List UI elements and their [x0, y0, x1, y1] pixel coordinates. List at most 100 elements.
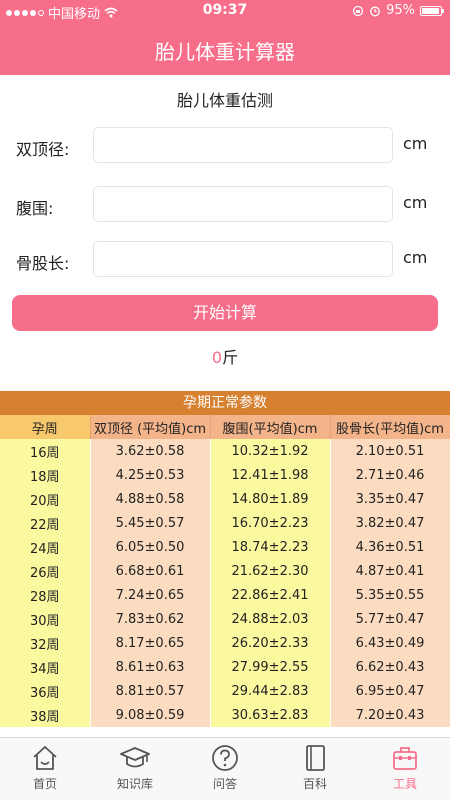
table-row: 16周 3.62±0.58 10.32±1.92 2.10±0.51: [0, 439, 450, 463]
table-cell: 5.45±0.57: [90, 511, 211, 535]
params-table-section: 孕期正常参数 孕周 双顶径 (平均值)cm 腹围(平均值)cm 股骨长(平均值)…: [0, 391, 450, 727]
table-cell: 6.68±0.61: [90, 559, 211, 583]
table-cell: 24周: [0, 535, 91, 559]
table-cell: 20周: [0, 487, 91, 511]
fl-input[interactable]: [93, 241, 393, 277]
fl-row: 骨股长: cm: [0, 241, 450, 281]
alarm-icon: [370, 6, 381, 16]
table-cell: 32周: [0, 631, 91, 655]
table-cell: 29.44±2.83: [210, 679, 331, 703]
start-calc-button[interactable]: 开始计算: [12, 295, 438, 331]
table-cell: 6.05±0.50: [90, 535, 211, 559]
battery-percent: 95%: [386, 3, 415, 18]
tab-tools[interactable]: 工具: [360, 738, 450, 800]
table-cell: 16.70±2.23: [210, 511, 331, 535]
table-cell: 4.36±0.51: [330, 535, 450, 559]
table-cell: 38周: [0, 703, 91, 727]
fl-label: 骨股长:: [16, 254, 70, 273]
table-row: 32周 8.17±0.65 26.20±2.33 6.43±0.49: [0, 631, 450, 655]
table-cell: 27.99±2.55: [210, 655, 331, 679]
table-cell: 4.87±0.41: [330, 559, 450, 583]
table-header-row: 孕周 双顶径 (平均值)cm 腹围(平均值)cm 股骨长(平均值)cm: [0, 415, 450, 439]
table-cell: 6.43±0.49: [330, 631, 450, 655]
table-cell: 18.74±2.23: [210, 535, 331, 559]
table-cell: 18周: [0, 463, 91, 487]
ac-label: 腹围:: [16, 199, 54, 218]
battery-icon: [420, 5, 444, 16]
ac-unit: cm: [403, 193, 428, 212]
tab-encyclopedia-label: 百科: [302, 777, 327, 791]
tab-knowledge-label: 知识库: [116, 777, 153, 791]
header-week: 孕周: [0, 415, 91, 439]
ac-input[interactable]: [93, 186, 393, 222]
bpd-row: 双顶径: cm: [0, 127, 450, 167]
table-cell: 36周: [0, 679, 91, 703]
rotation-lock-icon: [352, 5, 364, 16]
result-display: 0斤: [0, 344, 450, 368]
table-row: 20周 4.88±0.58 14.80±1.89 3.35±0.47: [0, 487, 450, 511]
table-cell: 8.81±0.57: [90, 679, 211, 703]
ac-row: 腹围: cm: [0, 186, 450, 226]
table-row: 36周 8.81±0.57 29.44±2.83 6.95±0.47: [0, 679, 450, 703]
table-cell: 3.82±0.47: [330, 511, 450, 535]
header-bpd: 双顶径 (平均值)cm: [90, 415, 211, 439]
table-row: 38周 9.08±0.59 30.63±2.83 7.20±0.43: [0, 703, 450, 727]
table-row: 30周 7.83±0.62 24.88±2.03 5.77±0.47: [0, 607, 450, 631]
home-icon: [33, 746, 57, 770]
table-cell: 8.61±0.63: [90, 655, 211, 679]
tab-qa[interactable]: 问答: [180, 738, 270, 800]
tab-bar: 首页 知识库 问答 百科 工具: [0, 737, 450, 800]
table-cell: 21.62±2.30: [210, 559, 331, 583]
table-row: 28周 7.24±0.65 22.86±2.41 5.35±0.55: [0, 583, 450, 607]
table-cell: 2.10±0.51: [330, 439, 450, 463]
table-row: 18周 4.25±0.53 12.41±1.98 2.71±0.46: [0, 463, 450, 487]
bpd-unit: cm: [403, 134, 428, 153]
fl-unit: cm: [403, 248, 428, 267]
table-cell: 7.83±0.62: [90, 607, 211, 631]
table-cell: 26.20±2.33: [210, 631, 331, 655]
status-right: 95%: [352, 3, 444, 18]
table-row: 34周 8.61±0.63 27.99±2.55 6.62±0.43: [0, 655, 450, 679]
table-row: 22周 5.45±0.57 16.70±2.23 3.82±0.47: [0, 511, 450, 535]
table-cell: 4.88±0.58: [90, 487, 211, 511]
table-cell: 16周: [0, 439, 91, 463]
tab-home[interactable]: 首页: [0, 738, 90, 800]
status-bar: 中国移动 09:37 95%: [0, 0, 450, 22]
table-cell: 2.71±0.46: [330, 463, 450, 487]
table-cell: 14.80±1.89: [210, 487, 331, 511]
params-table: 孕周 双顶径 (平均值)cm 腹围(平均值)cm 股骨长(平均值)cm 16周 3…: [0, 415, 450, 727]
bpd-label: 双顶径:: [16, 140, 70, 159]
table-cell: 3.35±0.47: [330, 487, 450, 511]
header-fl: 股骨长(平均值)cm: [330, 415, 450, 439]
table-row: 24周 6.05±0.50 18.74±2.23 4.36±0.51: [0, 535, 450, 559]
table-cell: 26周: [0, 559, 91, 583]
table-title: 孕期正常参数: [0, 391, 450, 415]
bpd-input[interactable]: [93, 127, 393, 163]
table-cell: 8.17±0.65: [90, 631, 211, 655]
tab-knowledge[interactable]: 知识库: [90, 738, 180, 800]
table-cell: 7.20±0.43: [330, 703, 450, 727]
table-cell: 10.32±1.92: [210, 439, 331, 463]
header-ac: 腹围(平均值)cm: [210, 415, 331, 439]
page-title: 胎儿体重计算器: [155, 40, 295, 64]
form-title: 胎儿体重估测: [176, 91, 273, 110]
tab-encyclopedia[interactable]: 百科: [270, 738, 360, 800]
table-cell: 6.62±0.43: [330, 655, 450, 679]
question-icon: [212, 745, 238, 771]
table-cell: 34周: [0, 655, 91, 679]
table-body: 16周 3.62±0.58 10.32±1.92 2.10±0.51 18周 4.25±0…: [0, 439, 450, 727]
table-cell: 7.24±0.65: [90, 583, 211, 607]
table-cell: 5.35±0.55: [330, 583, 450, 607]
table-cell: 30.63±2.83: [210, 703, 331, 727]
app-header: 中国移动 09:37 95% 胎儿体重计算器: [0, 0, 450, 75]
table-cell: 22周: [0, 511, 91, 535]
book-icon: [306, 745, 325, 771]
tab-tools-label: 工具: [392, 777, 417, 791]
tab-qa-label: 问答: [212, 777, 237, 791]
result-unit: 斤: [222, 348, 239, 367]
table-row: 26周 6.68±0.61 21.62±2.30 4.87±0.41: [0, 559, 450, 583]
table-cell: 3.62±0.58: [90, 439, 211, 463]
table-cell: 30周: [0, 607, 91, 631]
table-cell: 9.08±0.59: [90, 703, 211, 727]
table-cell: 28周: [0, 583, 91, 607]
